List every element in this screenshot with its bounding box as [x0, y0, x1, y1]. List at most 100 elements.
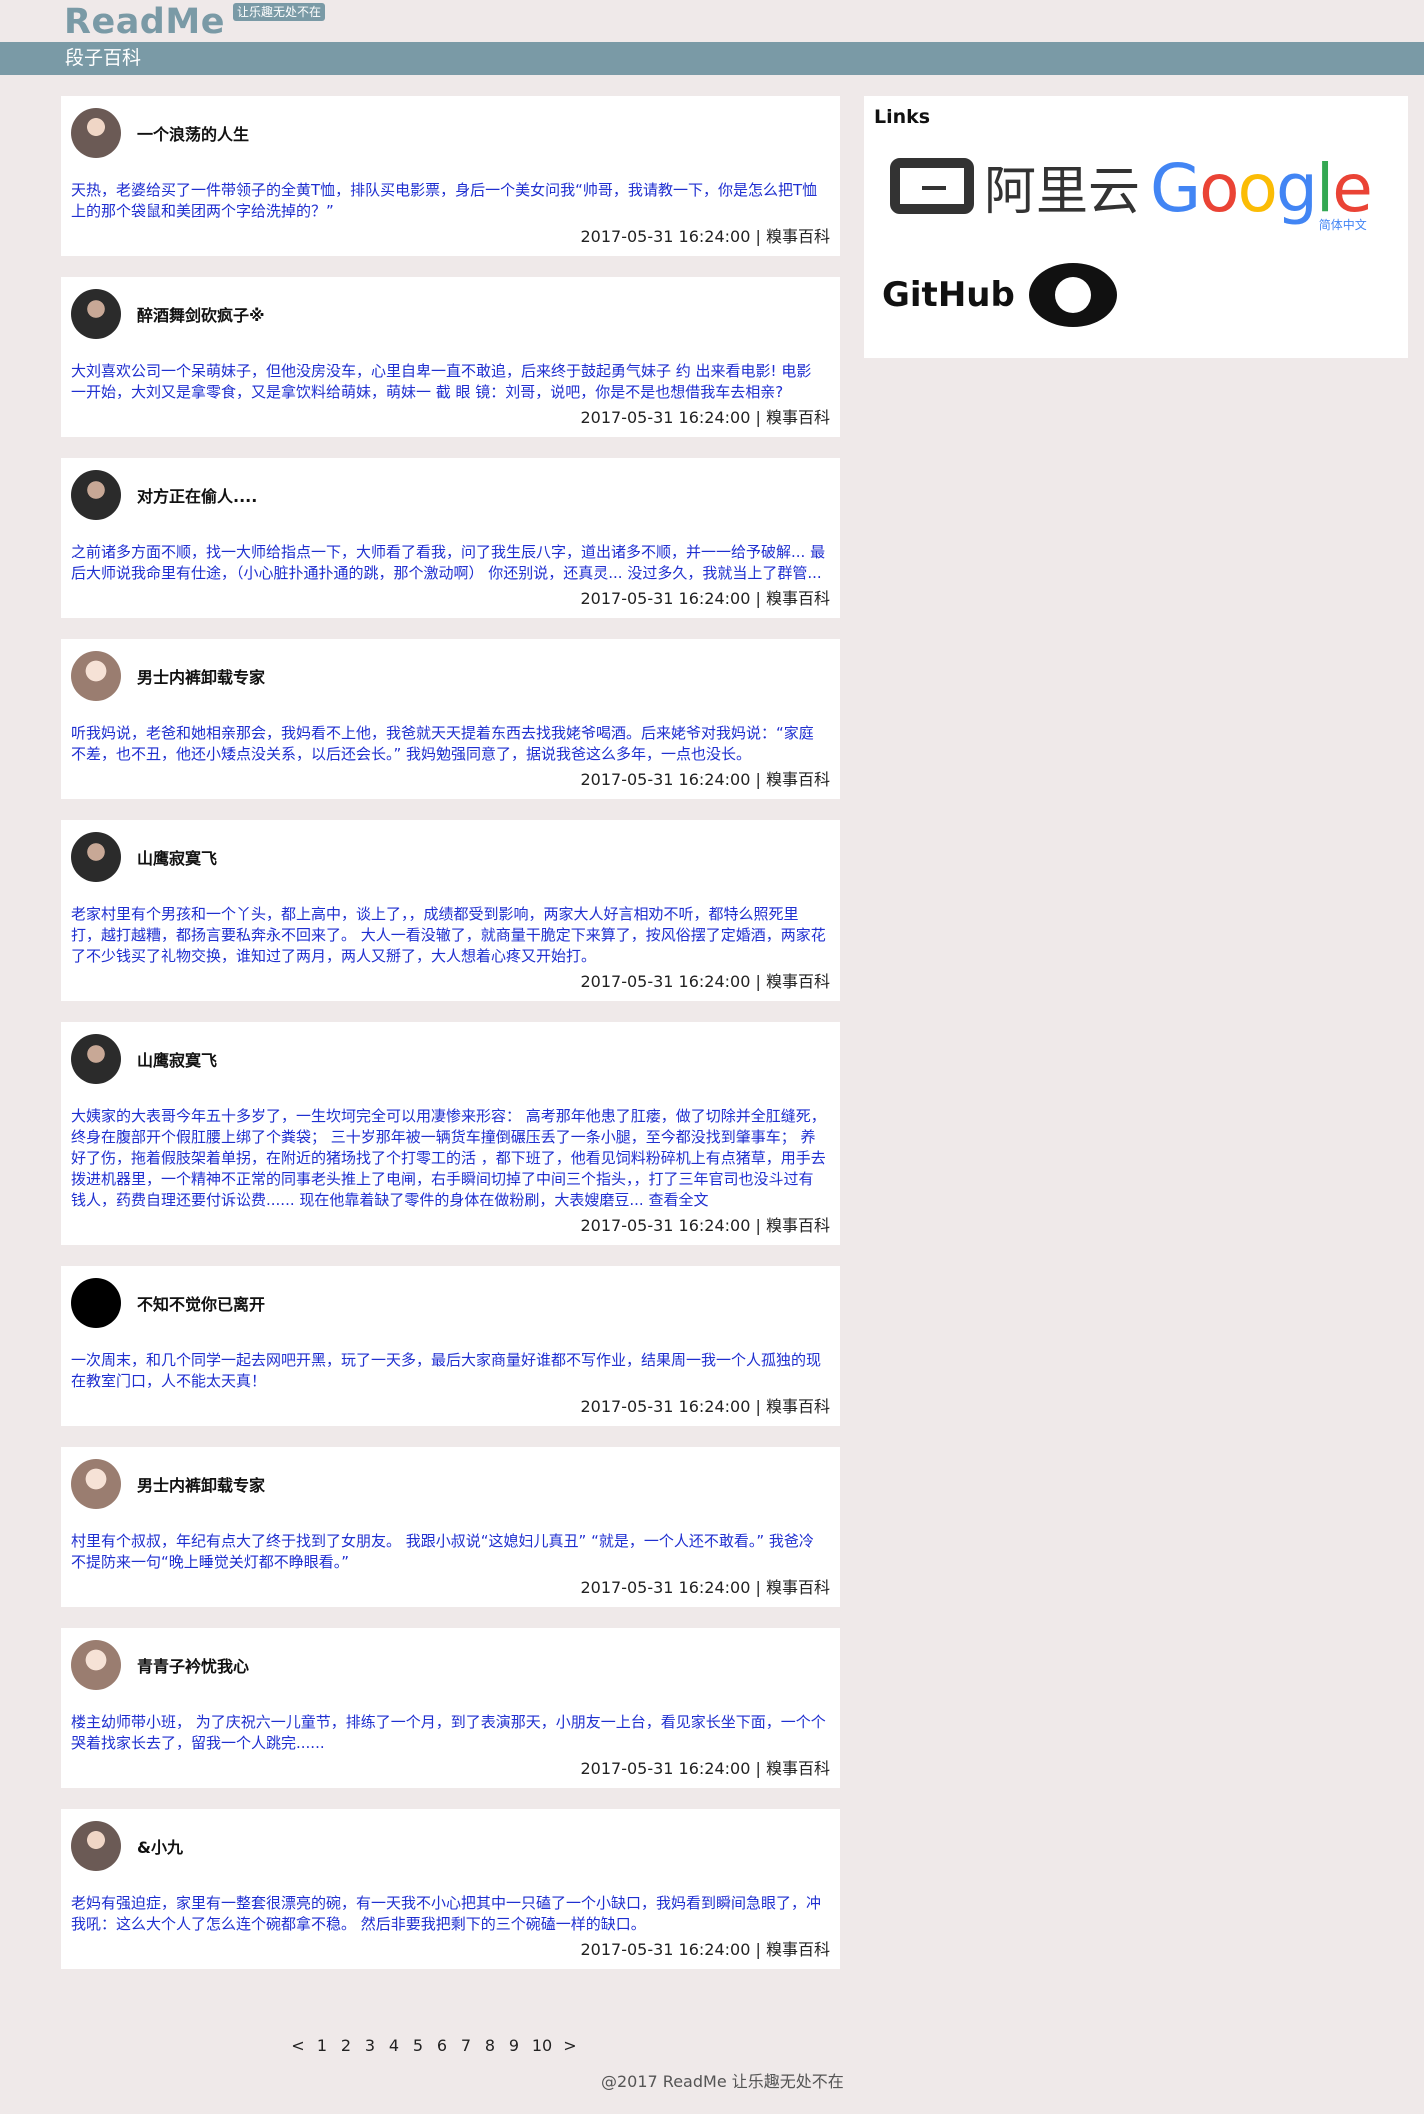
post-list: 一个浪荡的人生 天热，老婆给买了一件带领子的全黄T恤，排队买电影票，身后一个美女…	[61, 96, 840, 1990]
pagination-page[interactable]: 3	[358, 2036, 382, 2055]
post-content[interactable]: 楼主幼师带小班， 为了庆祝六一儿童节，排练了一个月，到了表演那天，小朋友一上台，…	[71, 1712, 830, 1754]
post-header: 男士内裤卸载专家	[71, 649, 830, 703]
post-header: 一个浪荡的人生	[71, 106, 830, 160]
post-author[interactable]: 对方正在偷人....	[137, 483, 257, 507]
post-time: 2017-05-31 16:24:00	[580, 227, 751, 246]
pagination: < 1 2 3 4 5 6 7 8 9 10 >	[286, 2036, 582, 2055]
post-meta: 2017-05-31 16:24:00 | 糗事百科	[580, 1759, 830, 1778]
post-author[interactable]: &小九	[137, 1834, 183, 1858]
post-author[interactable]: 男士内裤卸载专家	[137, 1472, 265, 1496]
post-header: 男士内裤卸载专家	[71, 1457, 830, 1511]
google-logo-icon: Google	[1150, 150, 1373, 227]
post-meta: 2017-05-31 16:24:00 | 糗事百科	[580, 1216, 830, 1235]
post-time: 2017-05-31 16:24:00	[580, 1759, 751, 1778]
pagination-page[interactable]: 8	[478, 2036, 502, 2055]
aliyun-logo-icon	[890, 158, 974, 214]
pagination-page[interactable]: 10	[526, 2036, 558, 2055]
post-content[interactable]: 大刘喜欢公司一个呆萌妹子，但他没房没车，心里自卑一直不敢追，后来终于鼓起勇气妹子…	[71, 361, 830, 403]
post-content[interactable]: 听我妈说，老爸和她相亲那会，我妈看不上他，我爸就天天提着东西去找我姥爷喝酒。后来…	[71, 723, 830, 765]
google-link[interactable]: Google 简体中文	[1150, 150, 1373, 233]
post-card: 不知不觉你已离开 一次周末，和几个同学一起去网吧开黑，玩了一天多，最后大家商量好…	[61, 1266, 840, 1426]
post-content[interactable]: 一次周末，和几个同学一起去网吧开黑，玩了一天多，最后大家商量好谁都不写作业，结果…	[71, 1350, 830, 1392]
post-source[interactable]: 糗事百科	[766, 770, 830, 789]
post-time: 2017-05-31 16:24:00	[580, 589, 751, 608]
post-card: 醉酒舞剑砍疯子※ 大刘喜欢公司一个呆萌妹子，但他没房没车，心里自卑一直不敢追，后…	[61, 277, 840, 437]
post-content[interactable]: 老家村里有个男孩和一个丫头，都上高中，谈上了，，成绩都受到影响，两家大人好言相劝…	[71, 904, 830, 967]
pagination-page[interactable]: 7	[454, 2036, 478, 2055]
brand: ReadMe 让乐趣无处不在	[64, 0, 325, 42]
avatar-icon[interactable]	[71, 1034, 121, 1084]
post-header: 醉酒舞剑砍疯子※	[71, 287, 830, 341]
pagination-page[interactable]: 9	[502, 2036, 526, 2055]
post-time: 2017-05-31 16:24:00	[580, 1578, 751, 1597]
brand-slogan-badge: 让乐趣无处不在	[232, 3, 325, 21]
avatar-icon[interactable]	[71, 832, 121, 882]
post-source[interactable]: 糗事百科	[766, 1759, 830, 1778]
navbar: 段子百科	[0, 42, 1424, 75]
pagination-page[interactable]: 5	[406, 2036, 430, 2055]
post-source[interactable]: 糗事百科	[766, 589, 830, 608]
post-meta: 2017-05-31 16:24:00 | 糗事百科	[580, 227, 830, 246]
avatar-icon[interactable]	[71, 651, 121, 701]
aliyun-link[interactable]: 阿里云	[890, 156, 1140, 222]
post-meta: 2017-05-31 16:24:00 | 糗事百科	[580, 1940, 830, 1959]
avatar-icon[interactable]	[71, 1640, 121, 1690]
github-link[interactable]: GitHub	[882, 262, 1117, 328]
post-meta: 2017-05-31 16:24:00 | 糗事百科	[580, 770, 830, 789]
post-author[interactable]: 男士内裤卸载专家	[137, 664, 265, 688]
avatar-icon[interactable]	[71, 1459, 121, 1509]
pagination-page[interactable]: 1	[310, 2036, 334, 2055]
post-meta: 2017-05-31 16:24:00 | 糗事百科	[580, 1578, 830, 1597]
post-time: 2017-05-31 16:24:00	[580, 1216, 751, 1235]
brand-title[interactable]: ReadMe	[64, 0, 225, 44]
pagination-next[interactable]: >	[558, 2036, 582, 2055]
post-author[interactable]: 山鹰寂寞飞	[137, 1047, 217, 1071]
avatar-icon[interactable]	[71, 1278, 121, 1328]
post-header: 山鹰寂寞飞	[71, 1032, 830, 1086]
post-author[interactable]: 醉酒舞剑砍疯子※	[137, 302, 265, 326]
post-author[interactable]: 山鹰寂寞飞	[137, 845, 217, 869]
post-header: 对方正在偷人....	[71, 468, 830, 522]
post-card: 男士内裤卸载专家 村里有个叔叔，年纪有点大了终于找到了女朋友。 我跟小叔说“这媳…	[61, 1447, 840, 1607]
avatar-icon[interactable]	[71, 1821, 121, 1871]
footer-text: @2017 ReadMe 让乐趣无处不在	[601, 2072, 844, 2091]
post-header: 山鹰寂寞飞	[71, 830, 830, 884]
post-card: 对方正在偷人.... 之前诸多方面不顺，找一大师给指点一下，大师看了看我，问了我…	[61, 458, 840, 618]
post-meta: 2017-05-31 16:24:00 | 糗事百科	[580, 589, 830, 608]
avatar-icon[interactable]	[71, 108, 121, 158]
nav-title[interactable]: 段子百科	[65, 44, 141, 72]
post-card: 山鹰寂寞飞 大姨家的大表哥今年五十多岁了，一生坎坷完全可以用凄惨来形容： 高考那…	[61, 1022, 840, 1245]
post-source[interactable]: 糗事百科	[766, 408, 830, 427]
post-card: 男士内裤卸载专家 听我妈说，老爸和她相亲那会，我妈看不上他，我爸就天天提着东西去…	[61, 639, 840, 799]
post-time: 2017-05-31 16:24:00	[580, 1397, 751, 1416]
post-content[interactable]: 之前诸多方面不顺，找一大师给指点一下，大师看了看我，问了我生辰八字，道出诸多不顺…	[71, 542, 830, 584]
post-source[interactable]: 糗事百科	[766, 1578, 830, 1597]
post-source[interactable]: 糗事百科	[766, 1397, 830, 1416]
post-source[interactable]: 糗事百科	[766, 1216, 830, 1235]
post-content[interactable]: 大姨家的大表哥今年五十多岁了，一生坎坷完全可以用凄惨来形容： 高考那年他患了肛瘘…	[71, 1106, 830, 1211]
post-author[interactable]: 一个浪荡的人生	[137, 121, 249, 145]
avatar-icon[interactable]	[71, 289, 121, 339]
post-time: 2017-05-31 16:24:00	[580, 408, 751, 427]
post-author[interactable]: 不知不觉你已离开	[137, 1291, 265, 1315]
post-time: 2017-05-31 16:24:00	[580, 1940, 751, 1959]
pagination-page[interactable]: 6	[430, 2036, 454, 2055]
post-meta: 2017-05-31 16:24:00 | 糗事百科	[580, 972, 830, 991]
post-content[interactable]: 老妈有强迫症，家里有一整套很漂亮的碗，有一天我不小心把其中一只磕了一个小缺口，我…	[71, 1893, 830, 1935]
post-time: 2017-05-31 16:24:00	[580, 770, 751, 789]
github-logo-text: GitHub	[882, 275, 1015, 315]
post-author[interactable]: 青青子衿忧我心	[137, 1653, 249, 1677]
post-meta: 2017-05-31 16:24:00 | 糗事百科	[580, 408, 830, 427]
post-header: 青青子衿忧我心	[71, 1638, 830, 1692]
post-card: 山鹰寂寞飞 老家村里有个男孩和一个丫头，都上高中，谈上了，，成绩都受到影响，两家…	[61, 820, 840, 1001]
post-source[interactable]: 糗事百科	[766, 1940, 830, 1959]
avatar-icon[interactable]	[71, 470, 121, 520]
pagination-page[interactable]: 4	[382, 2036, 406, 2055]
post-source[interactable]: 糗事百科	[766, 227, 830, 246]
post-content[interactable]: 天热，老婆给买了一件带领子的全黄T恤，排队买电影票，身后一个美女问我“帅哥，我请…	[71, 180, 830, 222]
post-card: 一个浪荡的人生 天热，老婆给买了一件带领子的全黄T恤，排队买电影票，身后一个美女…	[61, 96, 840, 256]
post-content[interactable]: 村里有个叔叔，年纪有点大了终于找到了女朋友。 我跟小叔说“这媳妇儿真丑” “就是…	[71, 1531, 830, 1573]
pagination-prev[interactable]: <	[286, 2036, 310, 2055]
post-source[interactable]: 糗事百科	[766, 972, 830, 991]
pagination-page[interactable]: 2	[334, 2036, 358, 2055]
